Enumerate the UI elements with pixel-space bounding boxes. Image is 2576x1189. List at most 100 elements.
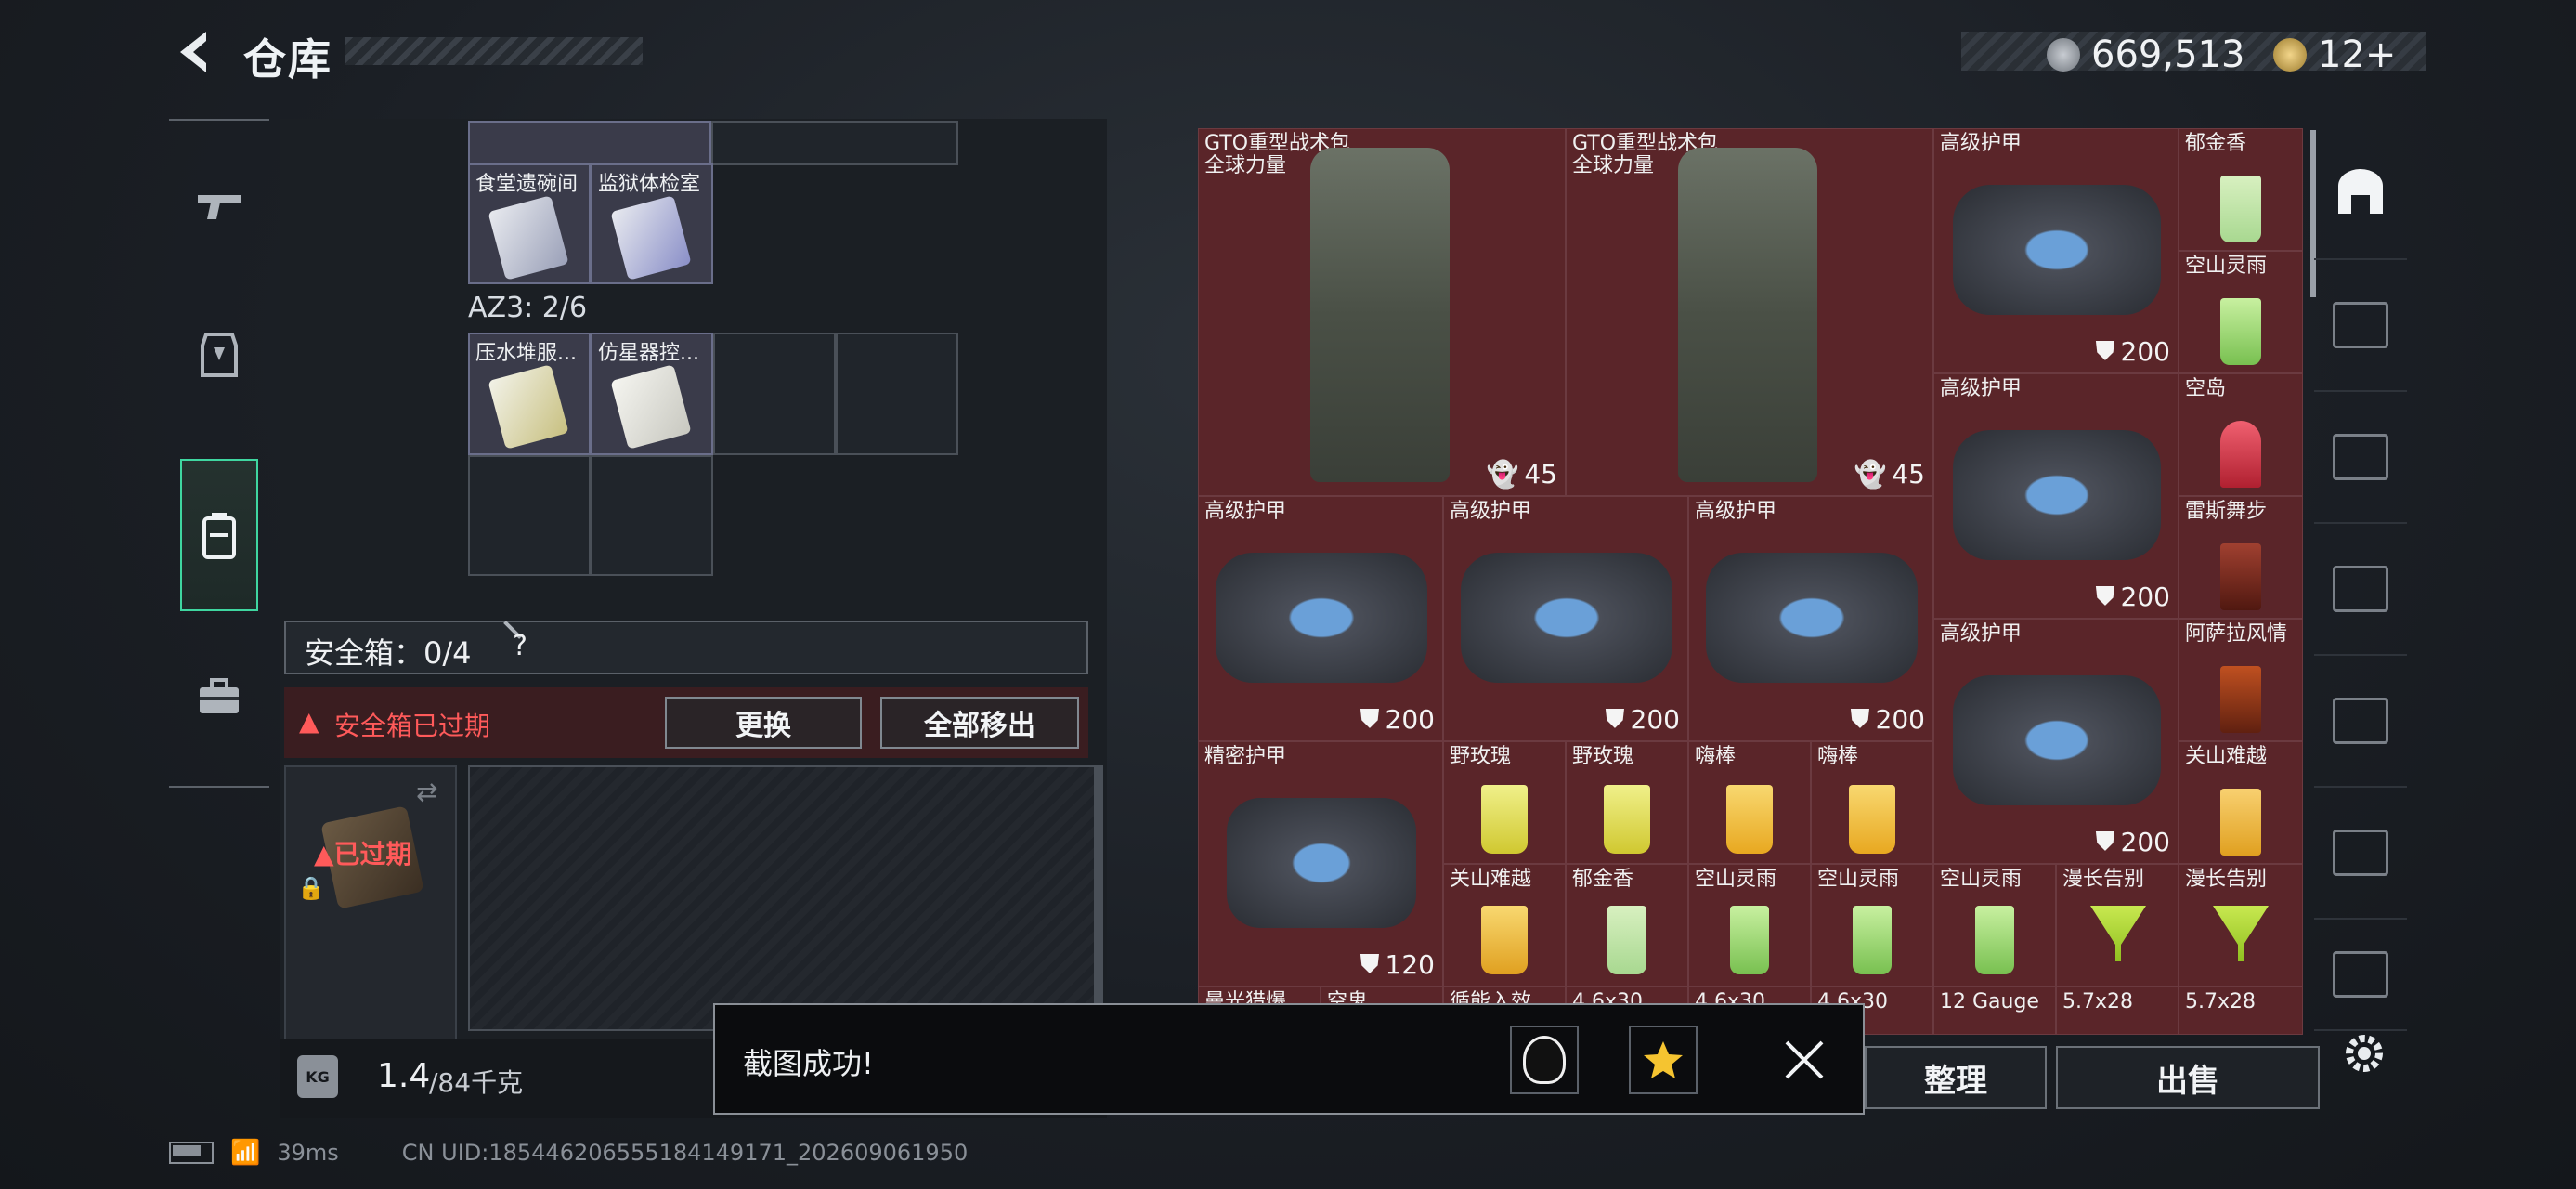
- shield-icon: ⛊: [1360, 703, 1380, 734]
- weight-icon: KG: [297, 1055, 338, 1098]
- inventory-item-drink[interactable]: 漫长告别: [2179, 864, 2303, 986]
- nav-tier-5[interactable]: [2314, 656, 2407, 788]
- nav-case[interactable]: [169, 622, 269, 771]
- inventory-item-drink[interactable]: 野玫瑰: [1566, 741, 1688, 864]
- inventory-item-ammo[interactable]: 5.7x28: [2056, 986, 2179, 1035]
- inventory-item-backpack[interactable]: GTO重型战术包 全球力量 👻 45: [1566, 128, 1933, 496]
- drink-image: [2213, 906, 2269, 961]
- nav-tier-3b[interactable]: [2314, 524, 2407, 656]
- backpack-image: [1310, 148, 1450, 482]
- inventory-item-drink[interactable]: 空山灵雨: [2179, 251, 2303, 373]
- drink-image: [1975, 906, 2014, 974]
- drink-image: [2220, 543, 2261, 610]
- keycard-icon: [610, 195, 692, 281]
- inventory-item-drink[interactable]: 嗨棒: [1688, 741, 1811, 864]
- latency: 39ms: [277, 1140, 339, 1166]
- nav-tier-3a[interactable]: [2314, 392, 2407, 524]
- title-decoration: [345, 37, 643, 65]
- back-arrow-icon[interactable]: [169, 26, 215, 78]
- backpack-icon: [202, 513, 236, 559]
- screenshot-toast: 截图成功!: [713, 1003, 1865, 1115]
- inventory-panel: GTO重型战术包 全球力量 👻 45 GTO重型战术包 全球力量 👻 45 高级护甲…: [1198, 128, 2303, 1035]
- armor-value: ⛊ 120: [1360, 948, 1435, 980]
- help-label[interactable]: ?: [513, 630, 527, 662]
- drink-image: [1604, 785, 1650, 854]
- armor-value: ⛊ 200: [2095, 581, 2170, 612]
- battery-icon: [169, 1142, 214, 1164]
- safe-box-grid[interactable]: [468, 765, 1096, 1031]
- inventory-item-drink[interactable]: 雷斯舞步: [2179, 496, 2303, 619]
- inventory-item-armor[interactable]: 高级护甲 ⛊ 200: [1443, 496, 1688, 741]
- armor-value: ⛊ 200: [1605, 703, 1680, 735]
- sell-button[interactable]: 出售: [2056, 1046, 2320, 1109]
- inventory-item-drink[interactable]: 空山灵雨: [1688, 864, 1811, 986]
- ghost-icon: 👻: [1854, 459, 1887, 490]
- share-qq-button[interactable]: [1510, 1026, 1579, 1094]
- shield-icon: ⛊: [1850, 703, 1870, 734]
- inventory-item-drink[interactable]: 关山难越: [2179, 741, 2303, 864]
- az3-empty-slot[interactable]: [591, 455, 713, 576]
- remove-all-button[interactable]: 全部移出: [880, 697, 1079, 749]
- az3-empty-slot[interactable]: [713, 333, 836, 455]
- inventory-item-drink[interactable]: 关山难越: [1443, 864, 1566, 986]
- swap-icon[interactable]: ⇄: [416, 777, 437, 807]
- container-item-1[interactable]: 食堂遗碗间: [468, 163, 591, 284]
- inventory-item-drink[interactable]: 郁金香: [1566, 864, 1688, 986]
- drink-image: [2220, 298, 2261, 365]
- nav-tier-4b[interactable]: [2314, 788, 2407, 920]
- drink-image: [1481, 785, 1528, 854]
- inventory-item-armor[interactable]: 高级护甲 ⛊ 200: [1688, 496, 1933, 741]
- inventory-item-drink[interactable]: 空岛: [2179, 373, 2303, 496]
- close-icon[interactable]: [1783, 1039, 1826, 1081]
- screen: { "header": {"title": "仓库", "currency": …: [0, 0, 2576, 1189]
- inventory-item-drink[interactable]: 漫长告别: [2056, 864, 2179, 986]
- inventory-item-drink[interactable]: 阿萨拉风情: [2179, 619, 2303, 741]
- nav-backpack[interactable]: [180, 459, 258, 611]
- nav-armor[interactable]: [169, 281, 269, 429]
- inventory-item-drink[interactable]: 郁金香: [2179, 128, 2303, 251]
- backpack-image: [1678, 148, 1817, 482]
- inventory-item-backpack[interactable]: GTO重型战术包 全球力量 👻 45: [1198, 128, 1566, 496]
- inventory-item-armor[interactable]: 高级护甲 ⛊ 200: [1198, 496, 1443, 741]
- inventory-item-drink[interactable]: 嗨棒: [1811, 741, 1933, 864]
- az3-empty-slot[interactable]: [836, 333, 958, 455]
- expired-message: 安全箱已过期: [334, 711, 491, 741]
- tier4-icon-a: [2333, 302, 2388, 348]
- az3-item-2[interactable]: 仿星器控...: [591, 333, 713, 455]
- token-display[interactable]: 12+: [2273, 33, 2396, 76]
- shield-icon: ⛊: [1360, 948, 1380, 979]
- keycard-icon: [488, 364, 569, 450]
- container-item-2[interactable]: 监狱体检室: [591, 163, 713, 284]
- drink-image: [1726, 785, 1773, 854]
- drink-image: [1730, 906, 1769, 974]
- sort-button[interactable]: 整理: [1865, 1046, 2047, 1109]
- nav-weapons[interactable]: [169, 132, 269, 281]
- share-qzone-button[interactable]: [1629, 1026, 1698, 1094]
- expired-banner: ▲ 安全箱已过期 更换 全部移出: [284, 687, 1088, 758]
- az3-item-1[interactable]: 压水堆服...: [468, 333, 591, 455]
- settings-gear-icon[interactable]: [2338, 1027, 2390, 1079]
- inventory-item-armor[interactable]: 高级护甲 ⛊ 200: [1933, 128, 2179, 373]
- inventory-item-ammo[interactable]: 5.7x28: [2179, 986, 2303, 1035]
- nav-home[interactable]: [2314, 128, 2407, 260]
- shield-icon: ⛊: [2095, 826, 2115, 856]
- inventory-item-drink[interactable]: 野玫瑰: [1443, 741, 1566, 864]
- inventory-item-ammo[interactable]: 12 Gauge: [1933, 986, 2056, 1035]
- scrollbar[interactable]: [1096, 765, 1103, 1031]
- replace-button[interactable]: 更换: [665, 697, 862, 749]
- shield-icon: ⛊: [2095, 581, 2115, 611]
- gun-icon: [198, 195, 241, 219]
- az3-empty-slot[interactable]: [468, 455, 591, 576]
- toast-message: 截图成功!: [743, 1046, 874, 1081]
- inventory-item-drink[interactable]: 空山灵雨: [1933, 864, 2056, 986]
- left-nav: [169, 119, 269, 788]
- nav-tier-4a[interactable]: [2314, 260, 2407, 392]
- inventory-item-armor[interactable]: 高级护甲 ⛊ 200: [1933, 373, 2179, 619]
- az3-label: AZ3: 2/6: [468, 292, 588, 324]
- nav-tier-4c[interactable]: [2314, 920, 2407, 1031]
- inventory-item-drink[interactable]: 空山灵雨: [1811, 864, 1933, 986]
- inventory-item-armor[interactable]: 精密护甲 ⛊ 120: [1198, 741, 1443, 986]
- keycard-icon: [610, 364, 692, 450]
- safe-box-slot[interactable]: ▲已过期 🔒 ⇄: [284, 765, 457, 1055]
- inventory-item-armor[interactable]: 高级护甲 ⛊ 200: [1933, 619, 2179, 864]
